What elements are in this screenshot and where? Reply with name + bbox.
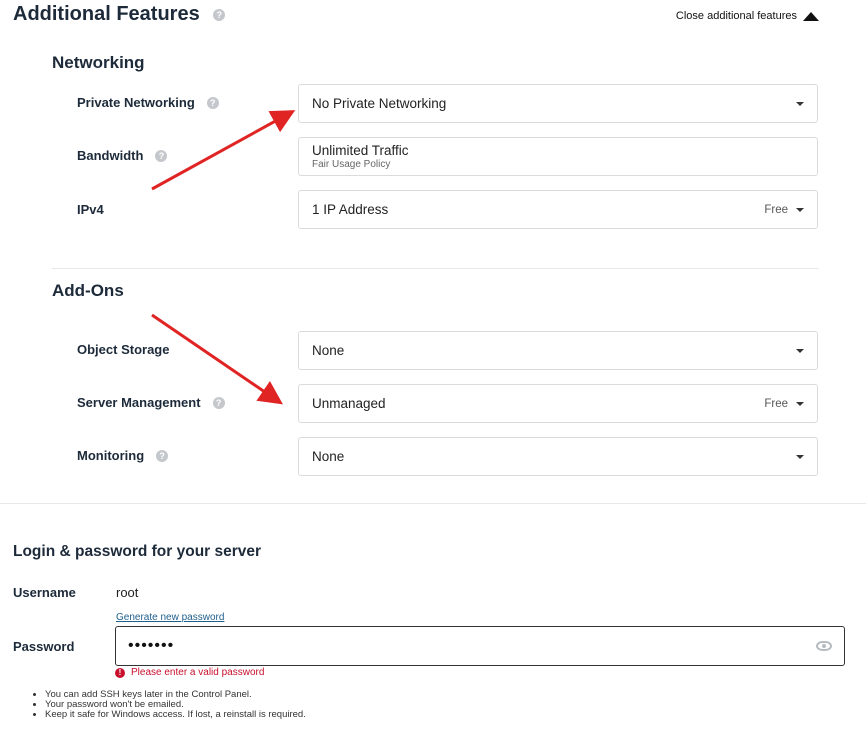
password-error-text: Please enter a valid password — [131, 667, 265, 678]
annotation-arrow-down — [151, 313, 283, 405]
annotation-arrow-up — [151, 110, 296, 191]
note-item: Keep it safe for Windows access. If lost… — [45, 710, 306, 720]
alert-circle-icon: ! — [115, 667, 125, 678]
username-value: root — [116, 585, 139, 600]
password-notes: You can add SSH keys later in the Contro… — [32, 690, 306, 720]
password-input[interactable]: ••••••• — [115, 626, 845, 666]
password-value: ••••••• — [128, 637, 175, 654]
username-label: Username — [13, 585, 76, 600]
password-label: Password — [13, 639, 75, 654]
login-section-title: Login & password for your server — [13, 543, 262, 560]
password-error: ! Please enter a valid password — [115, 667, 264, 678]
eye-icon[interactable] — [816, 641, 832, 651]
generate-password-link[interactable]: Generate new password — [116, 612, 224, 623]
